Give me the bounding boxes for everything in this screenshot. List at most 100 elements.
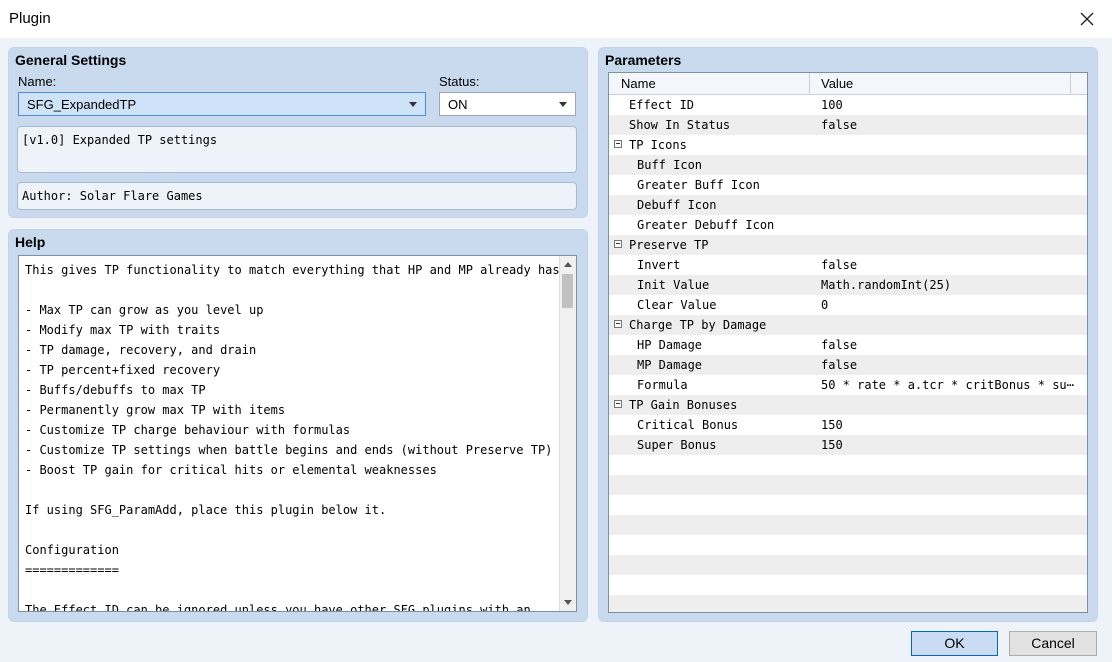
parameter-row[interactable] bbox=[609, 555, 1087, 575]
parameter-group-row[interactable]: TP Icons bbox=[609, 135, 1087, 155]
title-bar: Plugin bbox=[0, 0, 1112, 38]
parameters-title: Parameters bbox=[605, 52, 682, 68]
parameter-row[interactable]: MP Damage false bbox=[609, 355, 1087, 375]
column-header-name[interactable]: Name bbox=[621, 76, 656, 91]
help-line: - Modify max TP with traits bbox=[25, 323, 221, 337]
help-line: This gives TP functionality to match eve… bbox=[25, 263, 567, 277]
author-text: Author: Solar Flare Games bbox=[22, 189, 203, 203]
parameter-value[interactable]: 150 bbox=[821, 435, 1081, 455]
parameter-name: Show In Status bbox=[629, 118, 731, 132]
parameter-name: Preserve TP bbox=[629, 238, 709, 252]
parameter-value[interactable]: false bbox=[821, 335, 1081, 355]
cancel-button[interactable]: Cancel bbox=[1009, 631, 1097, 656]
parameter-name: Init Value bbox=[637, 278, 710, 292]
help-line: - Buffs/debuffs to max TP bbox=[25, 383, 206, 397]
status-label: Status: bbox=[439, 74, 480, 89]
column-divider[interactable] bbox=[1070, 73, 1071, 94]
parameter-row[interactable] bbox=[609, 535, 1087, 555]
description-box[interactable]: [v1.0] Expanded TP settings bbox=[17, 126, 577, 173]
parameter-name: Effect ID bbox=[629, 98, 695, 112]
parameter-row[interactable]: Show In Status false bbox=[609, 115, 1087, 135]
status-value: ON bbox=[448, 97, 468, 112]
scroll-down-icon[interactable] bbox=[564, 600, 572, 605]
parameter-value[interactable]: 100 bbox=[821, 95, 1081, 115]
parameter-row[interactable]: Super Bonus 150 bbox=[609, 435, 1087, 455]
parameter-row[interactable]: Init Value Math.randomInt(25) bbox=[609, 275, 1087, 295]
parameter-row[interactable]: Clear Value 0 bbox=[609, 295, 1087, 315]
help-title: Help bbox=[15, 234, 46, 250]
help-line: Configuration bbox=[25, 543, 119, 557]
parameter-name: TP Icons bbox=[629, 138, 687, 152]
parameter-row[interactable] bbox=[609, 455, 1087, 475]
window-title: Plugin bbox=[9, 10, 51, 27]
parameter-row[interactable] bbox=[609, 575, 1087, 595]
help-textarea[interactable]: This gives TP functionality to match eve… bbox=[18, 255, 577, 612]
parameter-value[interactable]: Math.randomInt(25) bbox=[821, 275, 1081, 295]
parameter-row[interactable]: Formula 50 * rate * a.tcr * critBonus * s… bbox=[609, 375, 1087, 395]
parameter-row[interactable]: Invert false bbox=[609, 255, 1087, 275]
help-line: - Max TP can grow as you level up bbox=[25, 303, 264, 317]
parameter-value[interactable]: false bbox=[821, 255, 1081, 275]
parameter-name: Greater Debuff Icon bbox=[637, 218, 775, 232]
parameter-value[interactable]: 50 * rate * a.tcr * critBonus * su⋯ bbox=[821, 375, 1081, 395]
ok-button[interactable]: OK bbox=[911, 631, 998, 656]
help-line: - Boost TP gain for critical hits or ele… bbox=[25, 463, 437, 477]
help-line: - TP damage, recovery, and drain bbox=[25, 343, 257, 357]
parameters-grid[interactable]: Name Value Effect ID 100 Show In Status fal… bbox=[608, 72, 1088, 613]
help-line: - Customize TP charge behaviour with for… bbox=[25, 423, 351, 437]
parameter-name: Formula bbox=[637, 378, 688, 392]
collapse-icon[interactable] bbox=[614, 320, 622, 328]
help-line: The Effect ID can be ignored unless you … bbox=[25, 603, 531, 612]
column-header-value[interactable]: Value bbox=[821, 76, 853, 91]
scroll-up-icon[interactable] bbox=[564, 262, 572, 267]
collapse-icon[interactable] bbox=[614, 400, 622, 408]
author-box[interactable]: Author: Solar Flare Games bbox=[17, 182, 577, 210]
column-divider[interactable] bbox=[809, 73, 810, 94]
parameter-name: MP Damage bbox=[637, 358, 703, 372]
parameter-name: Clear Value bbox=[637, 298, 717, 312]
parameter-row[interactable] bbox=[609, 475, 1087, 495]
parameter-row[interactable]: Greater Buff Icon bbox=[609, 175, 1087, 195]
status-select[interactable]: ON bbox=[439, 92, 576, 116]
plugin-name-select[interactable]: SFG_ExpandedTP bbox=[18, 92, 426, 116]
parameter-row[interactable] bbox=[609, 495, 1087, 515]
help-line: ============= bbox=[25, 563, 119, 577]
help-scrollbar[interactable] bbox=[559, 256, 576, 611]
help-line bbox=[25, 482, 567, 502]
help-line: - Customize TP settings when battle begi… bbox=[25, 443, 553, 457]
parameter-rows: Effect ID 100 Show In Status false TP Icons B… bbox=[609, 95, 1087, 612]
collapse-icon[interactable] bbox=[614, 240, 622, 248]
close-icon bbox=[1080, 12, 1094, 26]
chevron-down-icon bbox=[559, 102, 567, 107]
parameter-group-row[interactable]: TP Gain Bonuses bbox=[609, 395, 1087, 415]
parameter-value[interactable]: false bbox=[821, 115, 1081, 135]
parameter-row[interactable]: Critical Bonus 150 bbox=[609, 415, 1087, 435]
parameter-group-row[interactable]: Preserve TP bbox=[609, 235, 1087, 255]
parameter-name: TP Gain Bonuses bbox=[629, 398, 738, 412]
parameter-row[interactable]: Buff Icon bbox=[609, 155, 1087, 175]
parameter-row[interactable]: Greater Debuff Icon bbox=[609, 215, 1087, 235]
parameter-value[interactable]: false bbox=[821, 355, 1081, 375]
parameter-name: Critical Bonus bbox=[637, 418, 739, 432]
parameter-name: Super Bonus bbox=[637, 438, 717, 452]
parameter-row[interactable]: HP Damage false bbox=[609, 335, 1087, 355]
plugin-name-value: SFG_ExpandedTP bbox=[27, 97, 137, 112]
parameter-name: Buff Icon bbox=[637, 158, 703, 172]
parameter-name: Charge TP by Damage bbox=[629, 318, 767, 332]
description-text: [v1.0] Expanded TP settings bbox=[22, 133, 218, 147]
help-line: - TP percent+fixed recovery bbox=[25, 363, 221, 377]
grid-header: Name Value bbox=[609, 73, 1087, 95]
parameter-row[interactable]: Debuff Icon bbox=[609, 195, 1087, 215]
scroll-thumb[interactable] bbox=[562, 274, 573, 308]
parameter-row[interactable] bbox=[609, 595, 1087, 612]
parameter-value[interactable]: 0 bbox=[821, 295, 1081, 315]
parameter-row[interactable]: Effect ID 100 bbox=[609, 95, 1087, 115]
collapse-icon[interactable] bbox=[614, 140, 622, 148]
help-text: This gives TP functionality to match eve… bbox=[25, 262, 567, 612]
help-line bbox=[25, 522, 567, 542]
parameter-group-row[interactable]: Charge TP by Damage bbox=[609, 315, 1087, 335]
parameter-row[interactable] bbox=[609, 515, 1087, 535]
help-line bbox=[25, 582, 567, 602]
parameter-value[interactable]: 150 bbox=[821, 415, 1081, 435]
close-button[interactable] bbox=[1074, 6, 1100, 32]
